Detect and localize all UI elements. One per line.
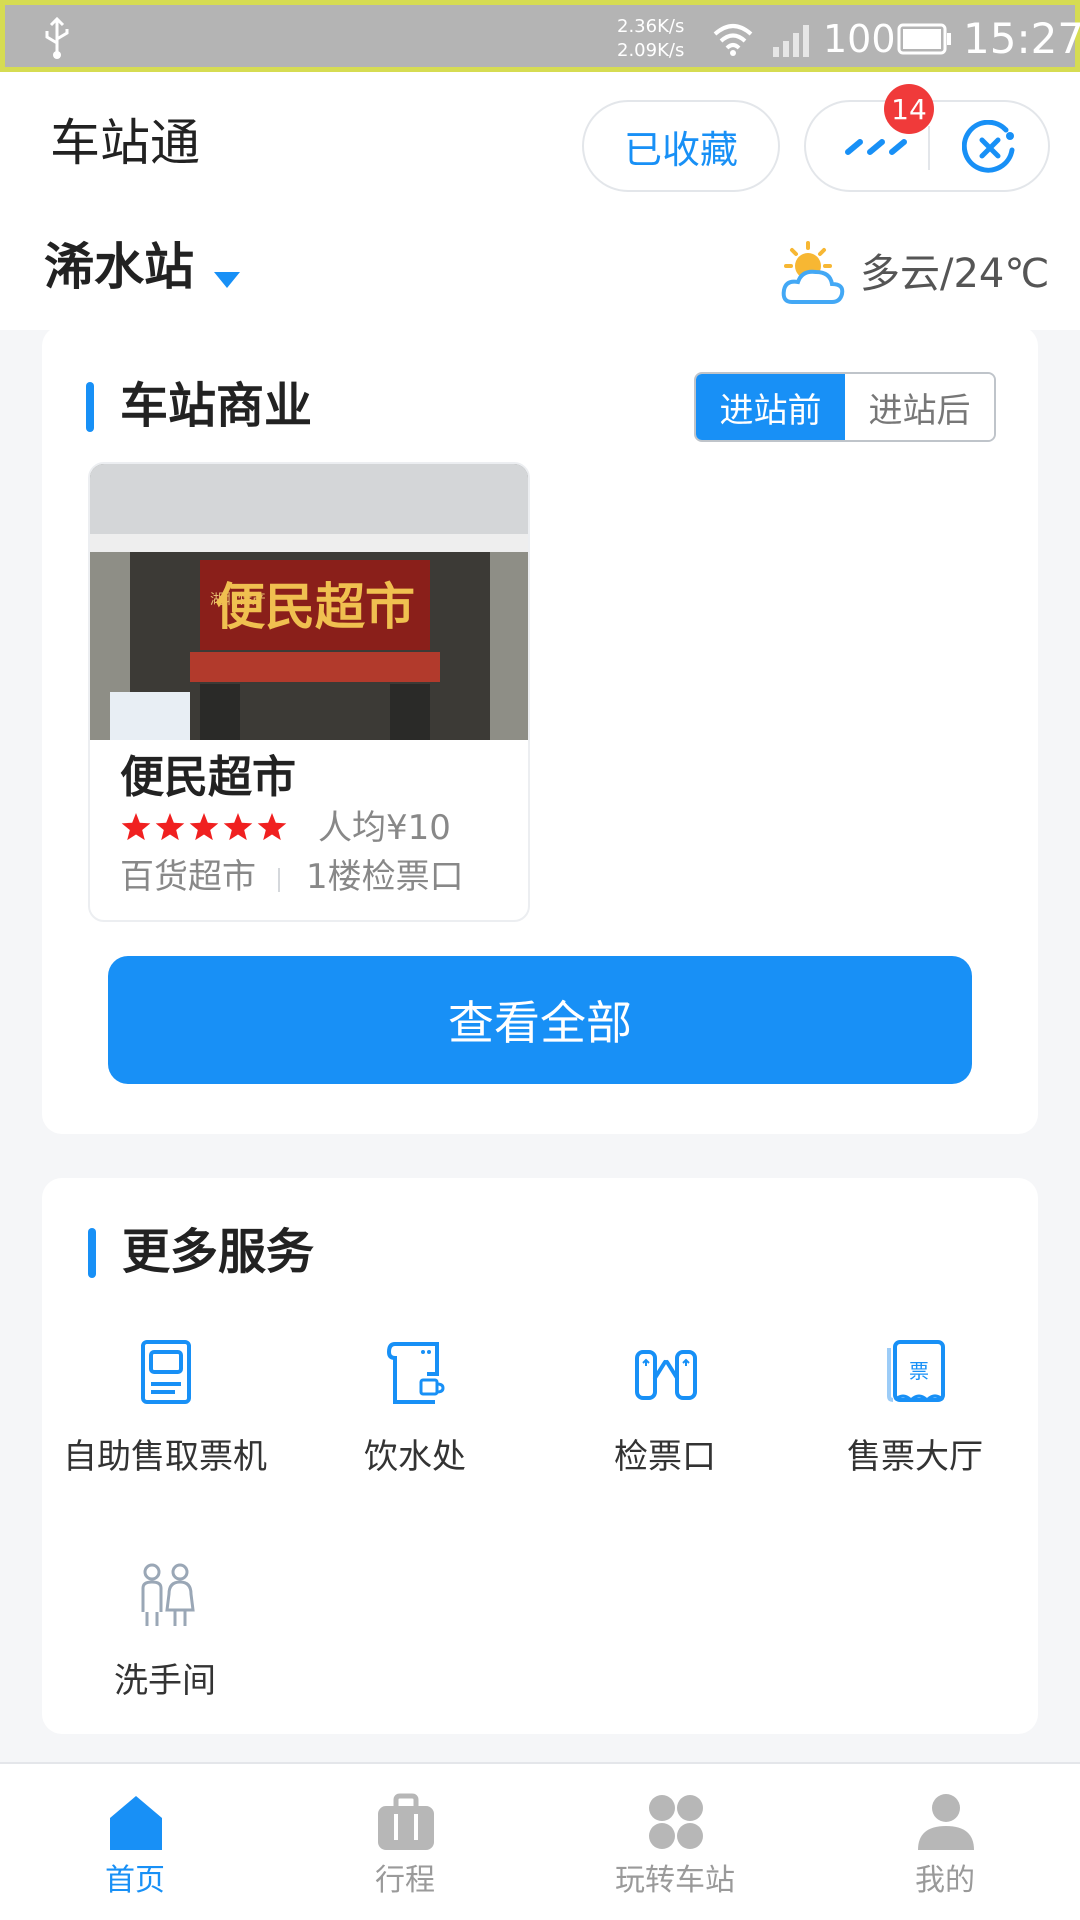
info-divider	[278, 868, 280, 892]
favorites-button[interactable]: 已收藏	[582, 100, 780, 192]
tab-label: 首页	[105, 1863, 165, 1898]
commerce-card: 车站商业 进站前 进站后 湖北特产 便民超市 便民超市 人均¥10 百货超市 1…	[42, 326, 1038, 1134]
shop-category: 百货超市	[120, 857, 256, 897]
close-icon[interactable]	[962, 120, 1018, 176]
tab-label: 我的	[915, 1863, 975, 1898]
tab-label: 玩转车站	[615, 1863, 735, 1898]
restroom-icon	[141, 1563, 195, 1626]
service-ticket-gate[interactable]: 检票口	[540, 1338, 790, 1498]
grid-icon	[649, 1795, 703, 1849]
rating-stars	[121, 813, 287, 841]
shop-sign-text: 便民超市	[215, 578, 415, 636]
user-icon	[918, 1794, 974, 1850]
more-icon[interactable]	[842, 132, 912, 162]
signal-icon	[773, 25, 809, 57]
tab-trips[interactable]: 行程	[270, 1764, 540, 1920]
service-label: 售票大厅	[847, 1437, 983, 1477]
water-dispenser-icon	[386, 1342, 445, 1404]
section-accent-bar	[86, 382, 94, 432]
services-card: 更多服务 自助售取票机 饮水处 检票口 票 售票大厅 洗手间	[42, 1178, 1038, 1734]
app-title: 车站通	[50, 114, 200, 172]
usb-icon	[45, 17, 69, 59]
service-ticket-hall[interactable]: 票 售票大厅	[790, 1338, 1040, 1498]
notification-badge: 14	[884, 84, 934, 134]
briefcase-icon	[378, 1793, 434, 1850]
shop-photo: 湖北特产 便民超市	[90, 464, 528, 740]
speed-up: 2.36K/s	[617, 16, 685, 37]
shop-location: 1楼检票口	[306, 857, 464, 897]
capsule-divider	[928, 126, 930, 170]
ticket-hall-icon-text: 票	[909, 1359, 929, 1383]
bottom-tab-bar: 首页 行程 玩转车站 我的	[0, 1762, 1080, 1920]
ticket-gate-icon	[635, 1350, 697, 1400]
weather-text: 多云/24℃	[860, 251, 1050, 297]
tab-label: 行程	[375, 1863, 435, 1898]
chevron-down-icon[interactable]	[212, 270, 242, 290]
shop-card[interactable]: 湖北特产 便民超市 便民超市 人均¥10 百货超市 1楼检票口	[88, 462, 530, 922]
clock: 15:27	[963, 14, 1080, 63]
tab-explore-station[interactable]: 玩转车站	[540, 1764, 810, 1920]
partly-cloudy-icon	[781, 241, 845, 304]
ticket-hall-icon: 票	[887, 1340, 945, 1403]
wifi-icon	[713, 24, 753, 56]
segment-after-entry[interactable]: 进站后	[845, 374, 994, 440]
network-speed: 2.36K/s 2.09K/s	[617, 15, 684, 63]
service-water-dispenser[interactable]: 饮水处	[290, 1338, 540, 1498]
commerce-segment-control: 进站前 进站后	[694, 372, 996, 442]
battery-percentage: 100	[823, 17, 896, 61]
star-icon	[155, 813, 185, 841]
star-icon	[189, 813, 219, 841]
service-label: 洗手间	[114, 1661, 216, 1701]
status-bar: 2.36K/s 2.09K/s 100 15:27	[0, 0, 1080, 72]
speed-down: 2.09K/s	[617, 40, 685, 61]
service-label: 饮水处	[364, 1437, 466, 1477]
service-ticket-machine[interactable]: 自助售取票机	[40, 1338, 290, 1498]
home-icon	[110, 1796, 162, 1850]
station-name[interactable]: 浠水站	[44, 232, 194, 302]
services-title: 更多服务	[122, 1224, 315, 1280]
tab-mine[interactable]: 我的	[810, 1764, 1080, 1920]
star-icon	[257, 813, 287, 841]
service-label: 检票口	[614, 1437, 716, 1477]
commerce-title: 车站商业	[120, 378, 313, 434]
tab-home[interactable]: 首页	[0, 1764, 270, 1920]
average-price: 人均¥10	[318, 808, 451, 848]
service-label: 自助售取票机	[63, 1437, 267, 1477]
shop-name: 便民超市	[120, 752, 296, 803]
segment-before-entry[interactable]: 进站前	[696, 374, 845, 440]
service-restroom[interactable]: 洗手间	[40, 1562, 290, 1722]
ticket-machine-icon	[141, 1340, 191, 1404]
battery-icon	[897, 23, 951, 55]
star-icon	[223, 813, 253, 841]
star-icon	[121, 813, 151, 841]
section-accent-bar	[88, 1228, 96, 1278]
view-all-button[interactable]: 查看全部	[108, 956, 972, 1084]
